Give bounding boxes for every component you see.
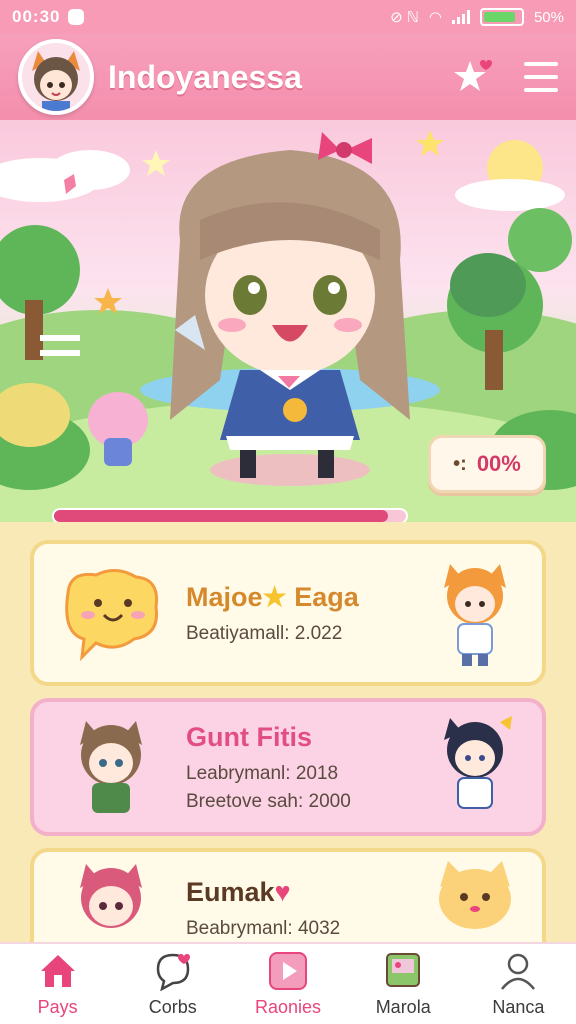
gallery-icon <box>386 952 421 987</box>
nav-item-raonies[interactable]: Raonies <box>230 944 345 1024</box>
card-detail: Leabrymanl: 2018 <box>186 762 339 784</box>
nav-item-corbs[interactable]: Corbs <box>115 944 230 1024</box>
app-header: Indoyanessa <box>0 34 576 120</box>
nav-label: Nanca <box>492 996 545 1017</box>
badge-prefix: •: <box>453 452 467 475</box>
nav-label: Pays <box>37 996 78 1017</box>
bottom-nav: Pays Corbs Raonies Marola Nanca <box>0 942 576 1024</box>
card-list: Majoe★ Eaga Beatiyamall: 2.022 Gunt Fiti… <box>0 522 576 942</box>
nav-item-pays[interactable]: Pays <box>0 944 115 1024</box>
card-body: Eumak♥ Beabrymanl: 4032 <box>186 877 430 940</box>
status-bar: 00:30 ⊘ ℕ ◠ 50% <box>0 0 576 34</box>
character-avatar-icon <box>80 864 142 928</box>
nav-item-marola[interactable]: Marola <box>346 944 461 1024</box>
star-heart-icon <box>454 60 492 91</box>
list-item[interactable]: Eumak♥ Beabrymanl: 4032 <box>30 848 546 942</box>
menu-icon-bar <box>524 88 558 92</box>
card-detail: Beatiyamall: 2.022 <box>186 622 343 644</box>
nav-label: Raonies <box>254 996 322 1017</box>
menu-icon-bar <box>524 75 558 79</box>
status-right: ⊘ ℕ ◠ 50% <box>390 8 564 26</box>
menu-button[interactable] <box>524 62 558 92</box>
character-avatar-icon <box>444 716 512 809</box>
card-title: Eumak♥ <box>186 877 430 908</box>
card-title-suffix: Eaga <box>294 581 359 612</box>
card-title: Majoe★ Eaga <box>186 582 430 613</box>
card-detail: Beabrymanl: 4032 <box>186 917 341 939</box>
avatar[interactable] <box>18 39 94 115</box>
card-body: Gunt Fitis Leabrymanl: 2018 Breetove sah… <box>186 722 430 813</box>
hero-progress-fill <box>54 510 389 522</box>
notification-icon <box>68 9 85 25</box>
wifi-icon: ◠ <box>428 9 442 26</box>
list-item[interactable]: Majoe★ Eaga Beatiyamall: 2.022 <box>30 540 546 686</box>
sim-icon: ⊘ ℕ <box>390 9 419 26</box>
app-title: Indoyanessa <box>108 58 302 95</box>
play-icon <box>269 951 307 990</box>
smile-bubble-icon <box>65 569 159 662</box>
profile-icon <box>501 953 536 990</box>
favorites-button[interactable] <box>452 55 496 99</box>
home-icon <box>40 954 75 987</box>
battery-percent: 50% <box>533 8 564 26</box>
card-body: Majoe★ Eaga Beatiyamall: 2.022 <box>186 582 430 645</box>
signal-icon <box>451 10 470 24</box>
menu-icon-bar <box>524 62 558 66</box>
nav-label: Marola <box>375 996 431 1017</box>
heart-icon: ♥ <box>274 876 291 907</box>
status-time: 00:30 <box>12 7 61 26</box>
progress-badge[interactable]: •: 00% <box>428 435 546 493</box>
character-avatar-icon <box>444 564 506 666</box>
nav-label: Corbs <box>148 996 197 1017</box>
card-title-text: Majoe <box>186 581 263 612</box>
badge-value: 00% <box>476 451 521 476</box>
avatar-character-icon <box>22 43 90 111</box>
card-detail: Breetove sah: 2000 <box>186 790 351 812</box>
cat-avatar-icon <box>439 861 511 929</box>
nav-item-nanca[interactable]: Nanca <box>461 944 576 1024</box>
list-item[interactable]: Gunt Fitis Leabrymanl: 2018 Breetove sah… <box>30 698 546 836</box>
battery-icon <box>479 8 524 26</box>
star-icon: ★ <box>262 581 287 612</box>
card-title-text: Eumak <box>186 876 275 907</box>
chat-heart-icon <box>156 953 190 991</box>
card-title: Gunt Fitis <box>186 721 312 752</box>
character-avatar-icon <box>80 721 142 813</box>
